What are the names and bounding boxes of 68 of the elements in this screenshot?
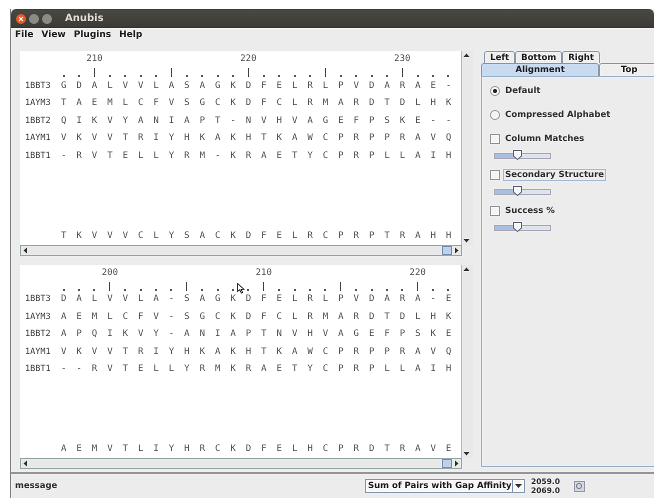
slider-track[interactable] [494, 153, 552, 159]
sequence-name: 1AYM1 [25, 133, 52, 144]
menu-item[interactable]: Help [119, 30, 142, 40]
caret-icon [514, 484, 522, 488]
radio-button[interactable] [490, 86, 500, 96]
menu-item[interactable]: File [15, 30, 34, 40]
ruler-number: 200 [102, 268, 118, 278]
sequence-residues: - - R V T E L L Y R M K R A E T Y C P R P L L A I H [61, 364, 454, 374]
radio-button[interactable] [490, 110, 500, 120]
maximize-icon[interactable] [42, 14, 52, 24]
sequence-residues: G D A L V V L A S A G K D F E L R L P V D A R A E - [61, 80, 454, 91]
sequence-residues: A E M L C F V - S G C K D F C L R M A R D T D L H K [61, 312, 454, 322]
sequence-name: 1BBT3 [25, 294, 52, 304]
ruler-number: 220 [240, 54, 257, 64]
consensus-residues: A E M V T L I Y H R C K D F E L H C P R D T R A V E [61, 444, 454, 454]
sequence-residues: - R V T E L L Y R M - K R A E T Y C P R P L L A I H [61, 150, 454, 161]
sequence-residues: V K V V T R I Y H K A K H T K A W C P R P P R A V Q [61, 346, 454, 357]
horizontal-scrollbar[interactable] [20, 458, 462, 469]
sequence-name: 1BBT2 [25, 329, 52, 340]
sequence-residues: Q I K V Y A N I A P T - N V H V A G E F P S K E - - [61, 116, 454, 126]
sequence-residues: T A E M L C F V S G C K D F C L R M A R D T D L H K [61, 98, 454, 108]
tab[interactable]: Alignment [481, 63, 600, 76]
sequence-name: 1BBT1 [25, 364, 52, 374]
horizontal-scrollbar[interactable] [20, 244, 462, 256]
sequence-name: 1AYM3 [25, 312, 52, 322]
sequence-residues: D A L V V L A - S A G K D F E L R L P V D A R A - E [61, 294, 454, 304]
vertical-scrollbar[interactable] [461, 264, 474, 458]
ruler-number: 220 [410, 268, 426, 278]
menu-item[interactable]: View [41, 30, 66, 40]
checkbox[interactable] [490, 134, 500, 144]
sequence-residues: A P Q I K V Y - A N I A P T N V H V A G E F P S K E [61, 329, 454, 340]
option-label: Success % [504, 205, 556, 217]
scoring-dropdown[interactable]: Sum of Pairs with Gap Affinity [365, 479, 525, 493]
checkbox[interactable] [490, 206, 500, 216]
tab[interactable]: Bottom [515, 51, 562, 63]
magnifier-icon[interactable] [574, 480, 585, 492]
status-message: message [15, 481, 58, 491]
tab[interactable]: Left [484, 51, 516, 63]
option-label: Column Matches [504, 133, 586, 145]
ruler-number: 210 [86, 54, 103, 64]
sequence-name: 1AYM1 [25, 346, 52, 357]
slider-track[interactable] [494, 189, 552, 195]
close-icon[interactable] [16, 14, 26, 24]
tab[interactable]: Right [562, 51, 600, 63]
sequence-name: 1BBT1 [25, 150, 52, 161]
ruler-number: 210 [256, 268, 272, 278]
scroll-down-icon[interactable] [462, 449, 472, 458]
option-label: Compressed Alphabet [504, 109, 612, 121]
option-label: Secondary Structure [503, 169, 606, 181]
window-title: Anubis [65, 13, 104, 24]
ruler-number: 230 [394, 54, 410, 64]
option-label: Default [504, 85, 542, 97]
tab[interactable]: Top [599, 63, 654, 76]
slider-thumb[interactable] [513, 186, 522, 196]
sequence-name: 1BBT2 [25, 116, 52, 126]
consensus-residues: T K V V V C L Y S A C K D F E L R C P R P T R A H H [61, 230, 454, 241]
vertical-scrollbar[interactable] [461, 51, 474, 244]
scroll-thumb[interactable] [442, 459, 452, 468]
sequence-name: 1AYM3 [25, 98, 52, 108]
scroll-up-icon[interactable] [462, 51, 472, 60]
slider-thumb[interactable] [513, 150, 522, 160]
scroll-thumb[interactable] [442, 246, 452, 254]
slider-track[interactable] [494, 225, 552, 231]
sequence-residues: V K V V T R I Y H K A K H T K A W C P R P P R A V Q [61, 133, 454, 144]
sequence-name: 1BBT3 [25, 80, 52, 91]
checkbox[interactable] [490, 170, 500, 180]
slider-thumb[interactable] [513, 222, 522, 232]
menu-item[interactable]: Plugins [74, 30, 112, 40]
